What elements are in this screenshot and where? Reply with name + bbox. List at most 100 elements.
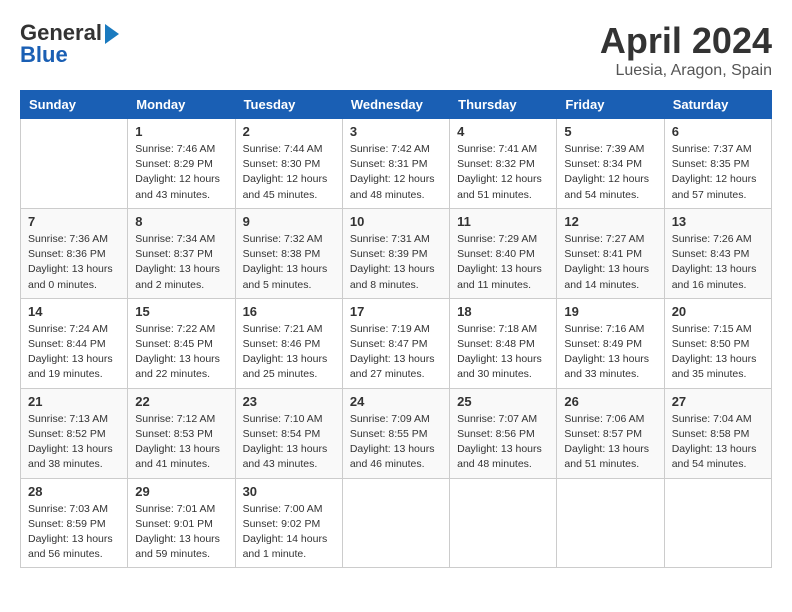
calendar-cell: 5 Sunrise: 7:39 AM Sunset: 8:34 PM Daylig… [557, 119, 664, 209]
day-info: Sunrise: 7:37 AM Sunset: 8:35 PM Dayligh… [672, 142, 764, 203]
day-number: 30 [243, 484, 335, 499]
day-info: Sunrise: 7:19 AM Sunset: 8:47 PM Dayligh… [350, 322, 442, 383]
calendar-cell: 20 Sunrise: 7:15 AM Sunset: 8:50 PM Dayli… [664, 298, 771, 388]
day-info: Sunrise: 7:46 AM Sunset: 8:29 PM Dayligh… [135, 142, 227, 203]
calendar-cell: 9 Sunrise: 7:32 AM Sunset: 8:38 PM Daylig… [235, 208, 342, 298]
day-info: Sunrise: 7:04 AM Sunset: 8:58 PM Dayligh… [672, 412, 764, 473]
day-number: 16 [243, 304, 335, 319]
day-number: 23 [243, 394, 335, 409]
calendar-cell [21, 119, 128, 209]
day-number: 4 [457, 124, 549, 139]
calendar-cell: 1 Sunrise: 7:46 AM Sunset: 8:29 PM Daylig… [128, 119, 235, 209]
month-title: April 2024 [600, 20, 772, 62]
calendar-week-row: 28Sunrise: 7:03 AM Sunset: 8:59 PM Dayli… [21, 478, 772, 568]
day-number: 15 [135, 304, 227, 319]
calendar-cell [342, 478, 449, 568]
day-number: 25 [457, 394, 549, 409]
calendar-cell: 25 Sunrise: 7:07 AM Sunset: 8:56 PM Dayli… [450, 388, 557, 478]
day-number: 2 [243, 124, 335, 139]
day-number: 18 [457, 304, 549, 319]
weekday-header: Thursday [450, 91, 557, 119]
day-number: 14 [28, 304, 120, 319]
day-number: 29 [135, 484, 227, 499]
day-info: Sunrise: 7:10 AM Sunset: 8:54 PM Dayligh… [243, 412, 335, 473]
day-info: Sunrise: 7:07 AM Sunset: 8:56 PM Dayligh… [457, 412, 549, 473]
day-info: Sunrise: 7:31 AM Sunset: 8:39 PM Dayligh… [350, 232, 442, 293]
day-number: 11 [457, 214, 549, 229]
day-info: Sunrise: 7:26 AM Sunset: 8:43 PM Dayligh… [672, 232, 764, 293]
day-number: 3 [350, 124, 442, 139]
calendar-cell: 22 Sunrise: 7:12 AM Sunset: 8:53 PM Dayli… [128, 388, 235, 478]
calendar-cell: 7 Sunrise: 7:36 AM Sunset: 8:36 PM Daylig… [21, 208, 128, 298]
day-number: 17 [350, 304, 442, 319]
weekday-header: Wednesday [342, 91, 449, 119]
calendar-cell: 19 Sunrise: 7:16 AM Sunset: 8:49 PM Dayli… [557, 298, 664, 388]
calendar-week-row: 1 Sunrise: 7:46 AM Sunset: 8:29 PM Daylig… [21, 119, 772, 209]
day-info: Sunrise: 7:36 AM Sunset: 8:36 PM Dayligh… [28, 232, 120, 293]
calendar-cell: 28Sunrise: 7:03 AM Sunset: 8:59 PM Dayli… [21, 478, 128, 568]
day-info: Sunrise: 7:06 AM Sunset: 8:57 PM Dayligh… [564, 412, 656, 473]
calendar-table: SundayMondayTuesdayWednesdayThursdayFrid… [20, 90, 772, 568]
day-info: Sunrise: 7:42 AM Sunset: 8:31 PM Dayligh… [350, 142, 442, 203]
day-number: 9 [243, 214, 335, 229]
calendar-cell: 23 Sunrise: 7:10 AM Sunset: 8:54 PM Dayli… [235, 388, 342, 478]
calendar-cell: 10 Sunrise: 7:31 AM Sunset: 8:39 PM Dayli… [342, 208, 449, 298]
title-block: April 2024 Luesia, Aragon, Spain [600, 20, 772, 80]
day-info: Sunrise: 7:00 AM Sunset: 9:02 PM Dayligh… [243, 502, 335, 563]
calendar-cell: 6 Sunrise: 7:37 AM Sunset: 8:35 PM Daylig… [664, 119, 771, 209]
calendar-cell: 12 Sunrise: 7:27 AM Sunset: 8:41 PM Dayli… [557, 208, 664, 298]
day-info: Sunrise: 7:44 AM Sunset: 8:30 PM Dayligh… [243, 142, 335, 203]
day-number: 12 [564, 214, 656, 229]
logo-arrow-icon [105, 24, 119, 44]
calendar-cell: 24 Sunrise: 7:09 AM Sunset: 8:55 PM Dayli… [342, 388, 449, 478]
day-info: Sunrise: 7:16 AM Sunset: 8:49 PM Dayligh… [564, 322, 656, 383]
day-info: Sunrise: 7:32 AM Sunset: 8:38 PM Dayligh… [243, 232, 335, 293]
day-number: 26 [564, 394, 656, 409]
day-info: Sunrise: 7:22 AM Sunset: 8:45 PM Dayligh… [135, 322, 227, 383]
day-info: Sunrise: 7:01 AM Sunset: 9:01 PM Dayligh… [135, 502, 227, 563]
calendar-cell: 27 Sunrise: 7:04 AM Sunset: 8:58 PM Dayli… [664, 388, 771, 478]
day-info: Sunrise: 7:15 AM Sunset: 8:50 PM Dayligh… [672, 322, 764, 383]
page-header: General Blue April 2024 Luesia, Aragon, … [20, 20, 772, 80]
day-number: 1 [135, 124, 227, 139]
day-number: 5 [564, 124, 656, 139]
day-number: 13 [672, 214, 764, 229]
logo: General Blue [20, 20, 119, 68]
day-number: 7 [28, 214, 120, 229]
calendar-cell: 3 Sunrise: 7:42 AM Sunset: 8:31 PM Daylig… [342, 119, 449, 209]
day-number: 21 [28, 394, 120, 409]
day-info: Sunrise: 7:03 AM Sunset: 8:59 PM Dayligh… [28, 502, 120, 563]
day-info: Sunrise: 7:18 AM Sunset: 8:48 PM Dayligh… [457, 322, 549, 383]
day-number: 6 [672, 124, 764, 139]
weekday-header: Friday [557, 91, 664, 119]
day-number: 22 [135, 394, 227, 409]
day-number: 24 [350, 394, 442, 409]
day-number: 19 [564, 304, 656, 319]
weekday-header: Sunday [21, 91, 128, 119]
calendar-week-row: 7 Sunrise: 7:36 AM Sunset: 8:36 PM Daylig… [21, 208, 772, 298]
calendar-cell: 21Sunrise: 7:13 AM Sunset: 8:52 PM Dayli… [21, 388, 128, 478]
calendar-week-row: 21Sunrise: 7:13 AM Sunset: 8:52 PM Dayli… [21, 388, 772, 478]
calendar-cell: 16 Sunrise: 7:21 AM Sunset: 8:46 PM Dayli… [235, 298, 342, 388]
day-info: Sunrise: 7:34 AM Sunset: 8:37 PM Dayligh… [135, 232, 227, 293]
location-text: Luesia, Aragon, Spain [600, 62, 772, 80]
calendar-cell: 4Sunrise: 7:41 AM Sunset: 8:32 PM Daylig… [450, 119, 557, 209]
day-info: Sunrise: 7:39 AM Sunset: 8:34 PM Dayligh… [564, 142, 656, 203]
day-info: Sunrise: 7:09 AM Sunset: 8:55 PM Dayligh… [350, 412, 442, 473]
day-info: Sunrise: 7:24 AM Sunset: 8:44 PM Dayligh… [28, 322, 120, 383]
calendar-cell: 29 Sunrise: 7:01 AM Sunset: 9:01 PM Dayli… [128, 478, 235, 568]
weekday-header: Saturday [664, 91, 771, 119]
day-info: Sunrise: 7:21 AM Sunset: 8:46 PM Dayligh… [243, 322, 335, 383]
day-info: Sunrise: 7:27 AM Sunset: 8:41 PM Dayligh… [564, 232, 656, 293]
logo-blue-text: Blue [20, 42, 68, 68]
day-number: 10 [350, 214, 442, 229]
calendar-cell: 17 Sunrise: 7:19 AM Sunset: 8:47 PM Dayli… [342, 298, 449, 388]
calendar-cell: 30 Sunrise: 7:00 AM Sunset: 9:02 PM Dayli… [235, 478, 342, 568]
day-number: 20 [672, 304, 764, 319]
weekday-header: Monday [128, 91, 235, 119]
calendar-cell [450, 478, 557, 568]
calendar-cell: 2 Sunrise: 7:44 AM Sunset: 8:30 PM Daylig… [235, 119, 342, 209]
day-info: Sunrise: 7:12 AM Sunset: 8:53 PM Dayligh… [135, 412, 227, 473]
day-number: 27 [672, 394, 764, 409]
calendar-cell: 13 Sunrise: 7:26 AM Sunset: 8:43 PM Dayli… [664, 208, 771, 298]
